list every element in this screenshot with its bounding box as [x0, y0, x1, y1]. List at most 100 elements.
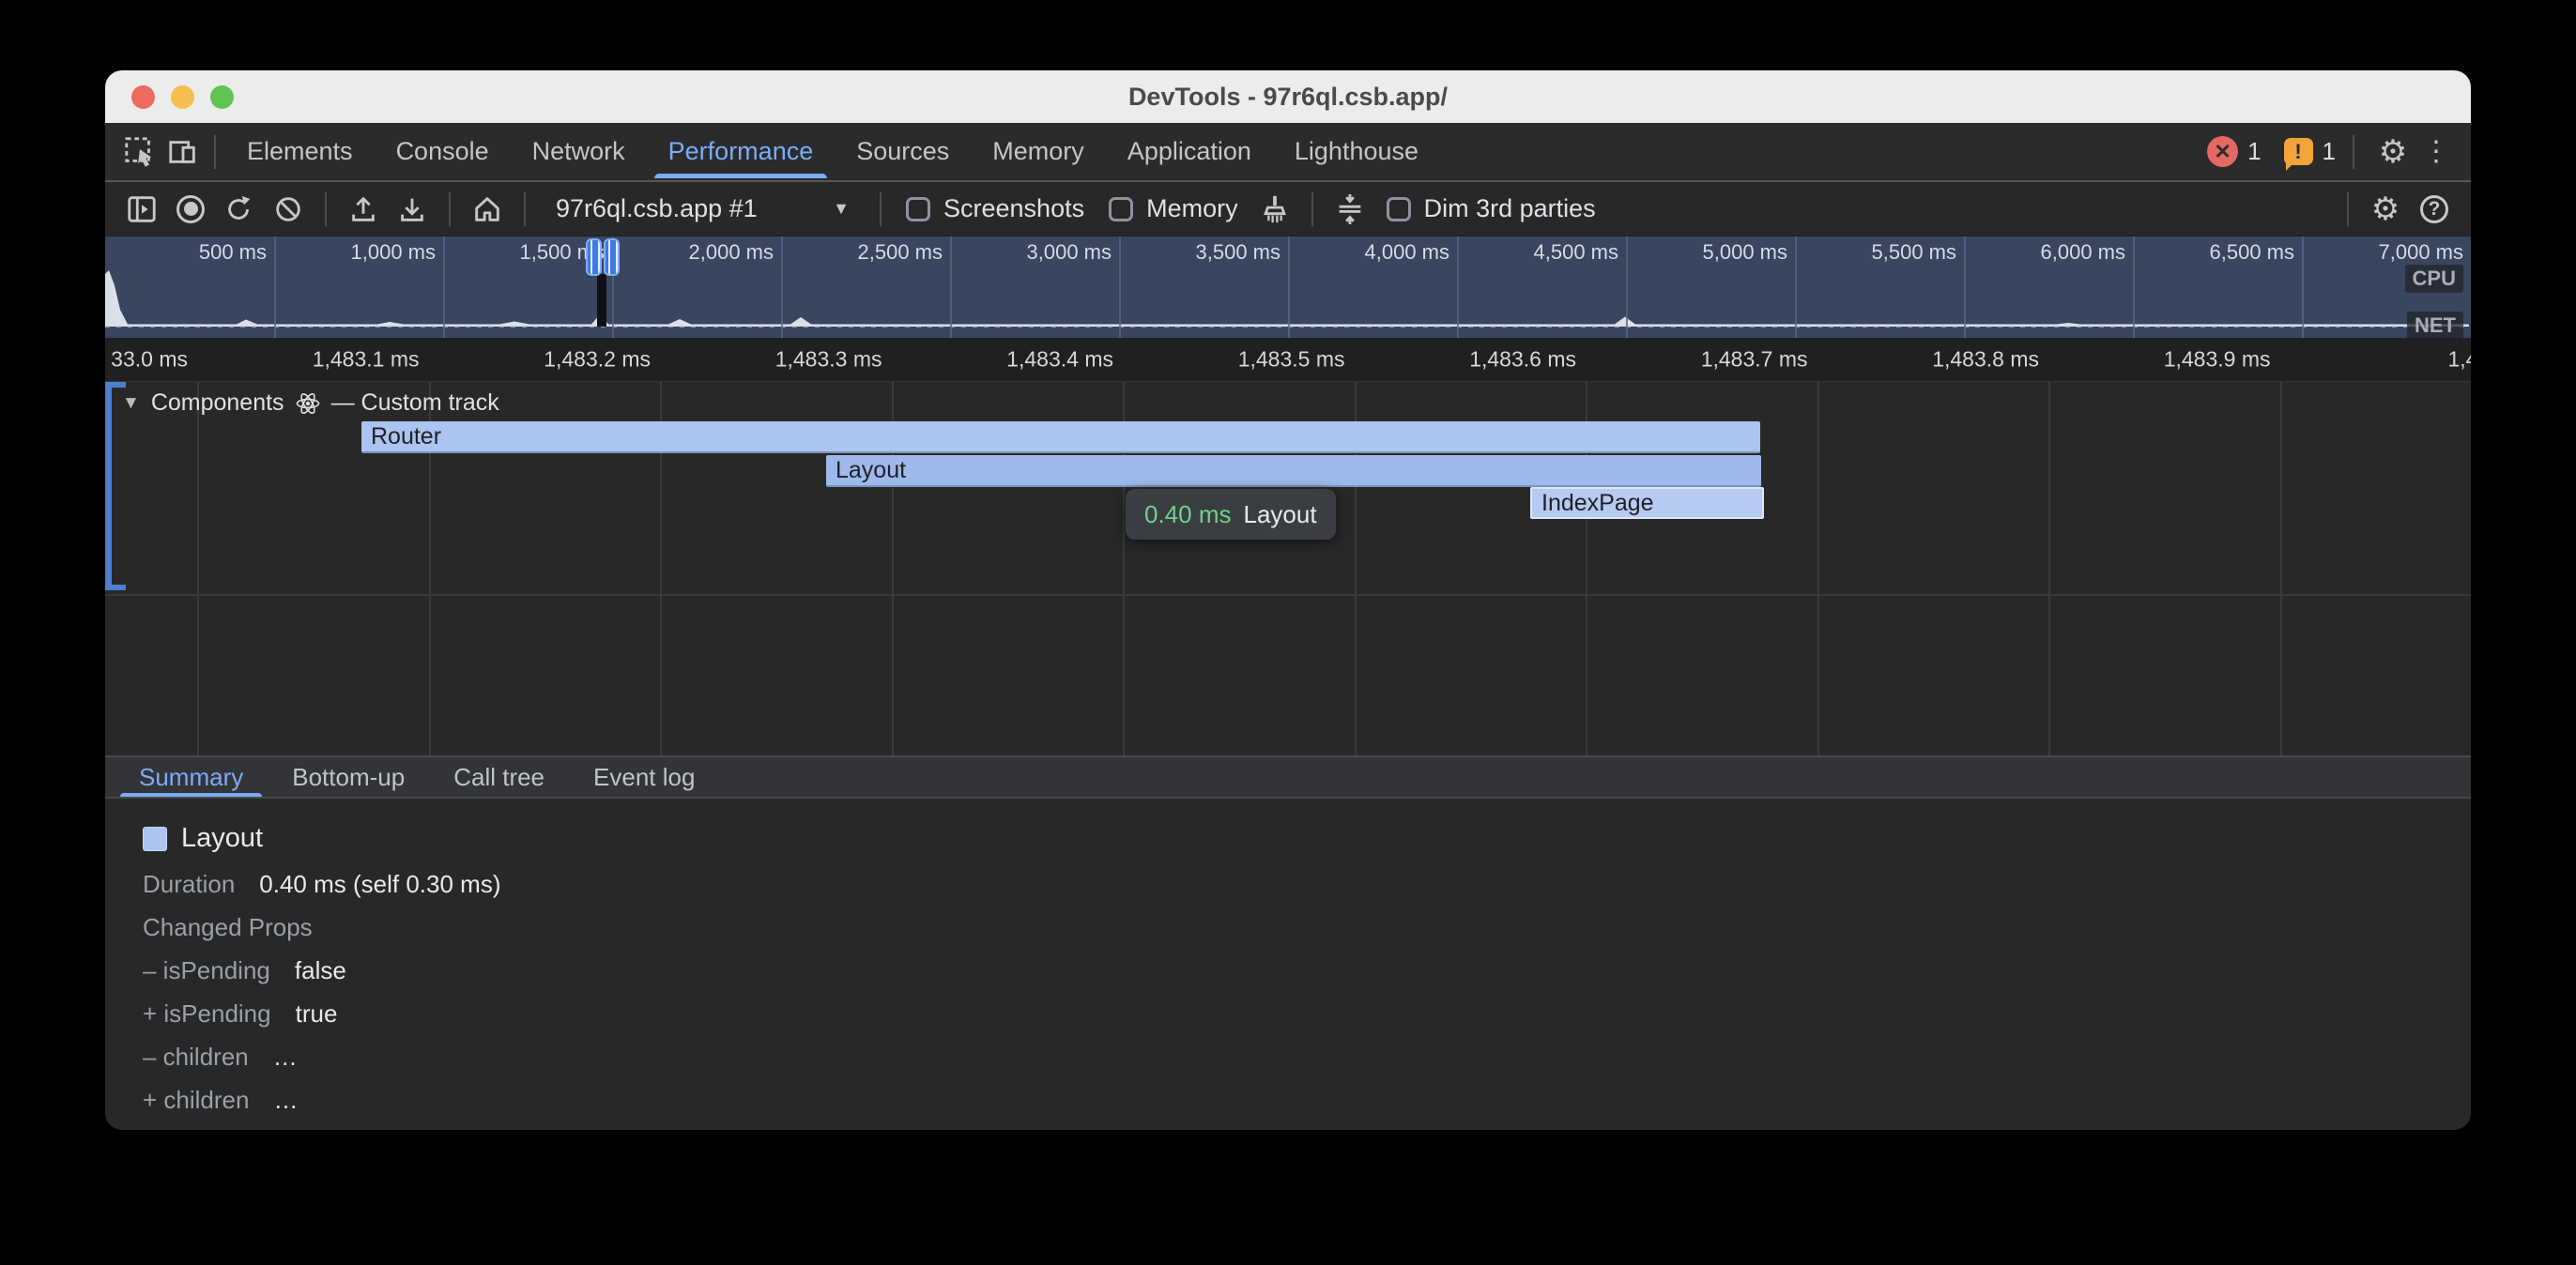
desktop-background: DevTools - 97r6ql.csb.app/ ElementsConso… [0, 0, 2576, 1265]
summary-row-value: 0.40 ms (self 0.30 ms) [259, 871, 500, 897]
overview-tick-label: 1,000 ms [351, 240, 437, 265]
summary-row: – children… [143, 1044, 2471, 1070]
checkbox-icon[interactable] [1387, 197, 1411, 221]
timeline-overview[interactable]: 500 ms1,000 ms1,500 ms2,000 ms2,500 ms3,… [105, 236, 2471, 338]
overview-tick-label: 500 ms [199, 240, 267, 265]
collapse-triangle-icon[interactable]: ▼ [122, 393, 140, 414]
flamechart-area[interactable]: ▼ Components — Custom track RouterLayout… [105, 382, 2471, 755]
device-toolbar-icon[interactable] [161, 130, 205, 174]
tab-lighthouse[interactable]: Lighthouse [1273, 123, 1440, 180]
kebab-menu-icon[interactable]: ⋮ [2415, 130, 2458, 174]
tab-label: Application [1127, 137, 1251, 166]
error-count[interactable]: 1 [2247, 137, 2261, 166]
overview-tick-label: 5,000 ms [1703, 240, 1788, 265]
ruler-time-label: 1,483.4 ms [1006, 347, 1113, 373]
overview-gridline [2302, 236, 2304, 338]
tooltip-duration: 0.40 ms [1144, 500, 1232, 529]
overview-gridline [443, 236, 445, 338]
download-profile-icon[interactable] [391, 188, 434, 231]
overview-tick-label: 7,000 ms [2379, 240, 2464, 265]
overview-gridline [950, 236, 952, 338]
track-header[interactable]: ▼ Components — Custom track [122, 389, 499, 417]
tab-label: Memory [992, 137, 1084, 166]
toggle-sidebar-icon[interactable] [120, 188, 163, 231]
tab-call-tree[interactable]: Call tree [429, 757, 569, 797]
garbage-collect-icon[interactable] [1253, 188, 1296, 231]
tab-network[interactable]: Network [511, 123, 647, 180]
divider [2347, 192, 2349, 226]
summary-row: + children… [143, 1087, 2471, 1113]
help-icon[interactable]: ? [2413, 188, 2456, 231]
zoom-window-button[interactable] [210, 85, 234, 109]
flame-gridline [197, 382, 199, 755]
hover-tooltip: 0.40 ms Layout [1126, 489, 1336, 540]
tab-performance[interactable]: Performance [647, 123, 836, 180]
overview-gridline [1795, 236, 1797, 338]
home-icon[interactable] [466, 188, 509, 231]
selection-range[interactable] [597, 274, 606, 327]
tab-label: Lighthouse [1295, 137, 1418, 166]
tab-elements[interactable]: Elements [225, 123, 375, 180]
checkbox-icon[interactable] [906, 197, 930, 221]
performance-toolbar: 97r6ql.csb.app #1 ▼ Screenshots Memory [105, 182, 2471, 236]
tab-console[interactable]: Console [375, 123, 511, 180]
overview-gridline [781, 236, 783, 338]
divider [325, 192, 327, 226]
summary-title-row: Layout [143, 823, 2471, 854]
settings-gear-icon[interactable]: ⚙ [2371, 130, 2415, 174]
overview-gridline [1119, 236, 1121, 338]
summary-row-label: – isPending [143, 957, 270, 983]
target-selector-value: 97r6ql.csb.app #1 [556, 194, 758, 223]
summary-row-label: + children [143, 1087, 249, 1113]
upload-profile-icon[interactable] [342, 188, 385, 231]
tab-memory[interactable]: Memory [971, 123, 1106, 180]
overview-gridline [274, 236, 276, 338]
tab-bottom-up[interactable]: Bottom-up [268, 757, 429, 797]
selection-right-grip[interactable] [604, 238, 620, 276]
ruler-time-label: 1,483.1 ms [313, 347, 420, 373]
selected-track-indicator [105, 382, 112, 590]
tab-sources[interactable]: Sources [835, 123, 971, 180]
minimize-window-button[interactable] [171, 85, 194, 109]
summary-row-label: – children [143, 1044, 249, 1070]
flame-gridline [2280, 382, 2282, 755]
tab-summary[interactable]: Summary [115, 757, 268, 797]
memory-checkbox[interactable]: Memory [1099, 194, 1248, 223]
flamechart-ruler[interactable]: 33.0 ms1,483.1 ms1,483.2 ms1,483.3 ms1,4… [105, 338, 2471, 382]
dim-3rd-parties-checkbox[interactable]: Dim 3rd parties [1377, 194, 1605, 223]
inspect-element-icon[interactable] [118, 130, 161, 174]
record-icon[interactable] [169, 188, 212, 231]
overview-tick-label: 3,500 ms [1196, 240, 1281, 265]
target-selector-dropdown[interactable]: 97r6ql.csb.app #1 ▼ [541, 194, 865, 223]
issues-badge-icon[interactable]: ! [2284, 138, 2313, 165]
overview-tick-label: 3,000 ms [1027, 240, 1112, 265]
divider [1311, 192, 1313, 226]
ruler-time-label: 1,483.6 ms [1469, 347, 1576, 373]
capture-settings-gear-icon[interactable]: ⚙ [2364, 188, 2407, 231]
tab-event-log[interactable]: Event log [569, 757, 719, 797]
flame-bar-indexpage[interactable]: IndexPage [1530, 487, 1764, 519]
clear-icon[interactable] [267, 188, 310, 231]
divider [880, 192, 882, 226]
screenshots-checkbox[interactable]: Screenshots [897, 194, 1094, 223]
error-badge-icon[interactable]: ✕ [2207, 136, 2238, 167]
summary-event-name: Layout [181, 823, 263, 854]
summary-row: – isPending false [143, 957, 2471, 983]
tab-application[interactable]: Application [1106, 123, 1273, 180]
tab-label: Console [396, 137, 489, 166]
reload-and-record-icon[interactable] [218, 188, 261, 231]
issues-count[interactable]: 1 [2323, 137, 2336, 166]
overview-tick-label: 6,000 ms [2041, 240, 2126, 265]
collapse-icon[interactable] [1328, 188, 1372, 231]
selection-left-grip[interactable] [586, 238, 602, 276]
track-bottom-divider [105, 594, 2471, 596]
ruler-time-label: 1,483.7 ms [1701, 347, 1808, 373]
close-window-button[interactable] [131, 85, 155, 109]
overview-gridline [1457, 236, 1459, 338]
flame-bar-router[interactable]: Router [361, 421, 1760, 453]
ruler-time-label: 1,484 [2447, 347, 2471, 373]
flame-bar-layout[interactable]: Layout [826, 455, 1761, 487]
summary-row-value: false [295, 957, 346, 983]
checkbox-icon[interactable] [1109, 197, 1133, 221]
detail-tabbar: SummaryBottom-upCall treeEvent log [105, 755, 2471, 799]
